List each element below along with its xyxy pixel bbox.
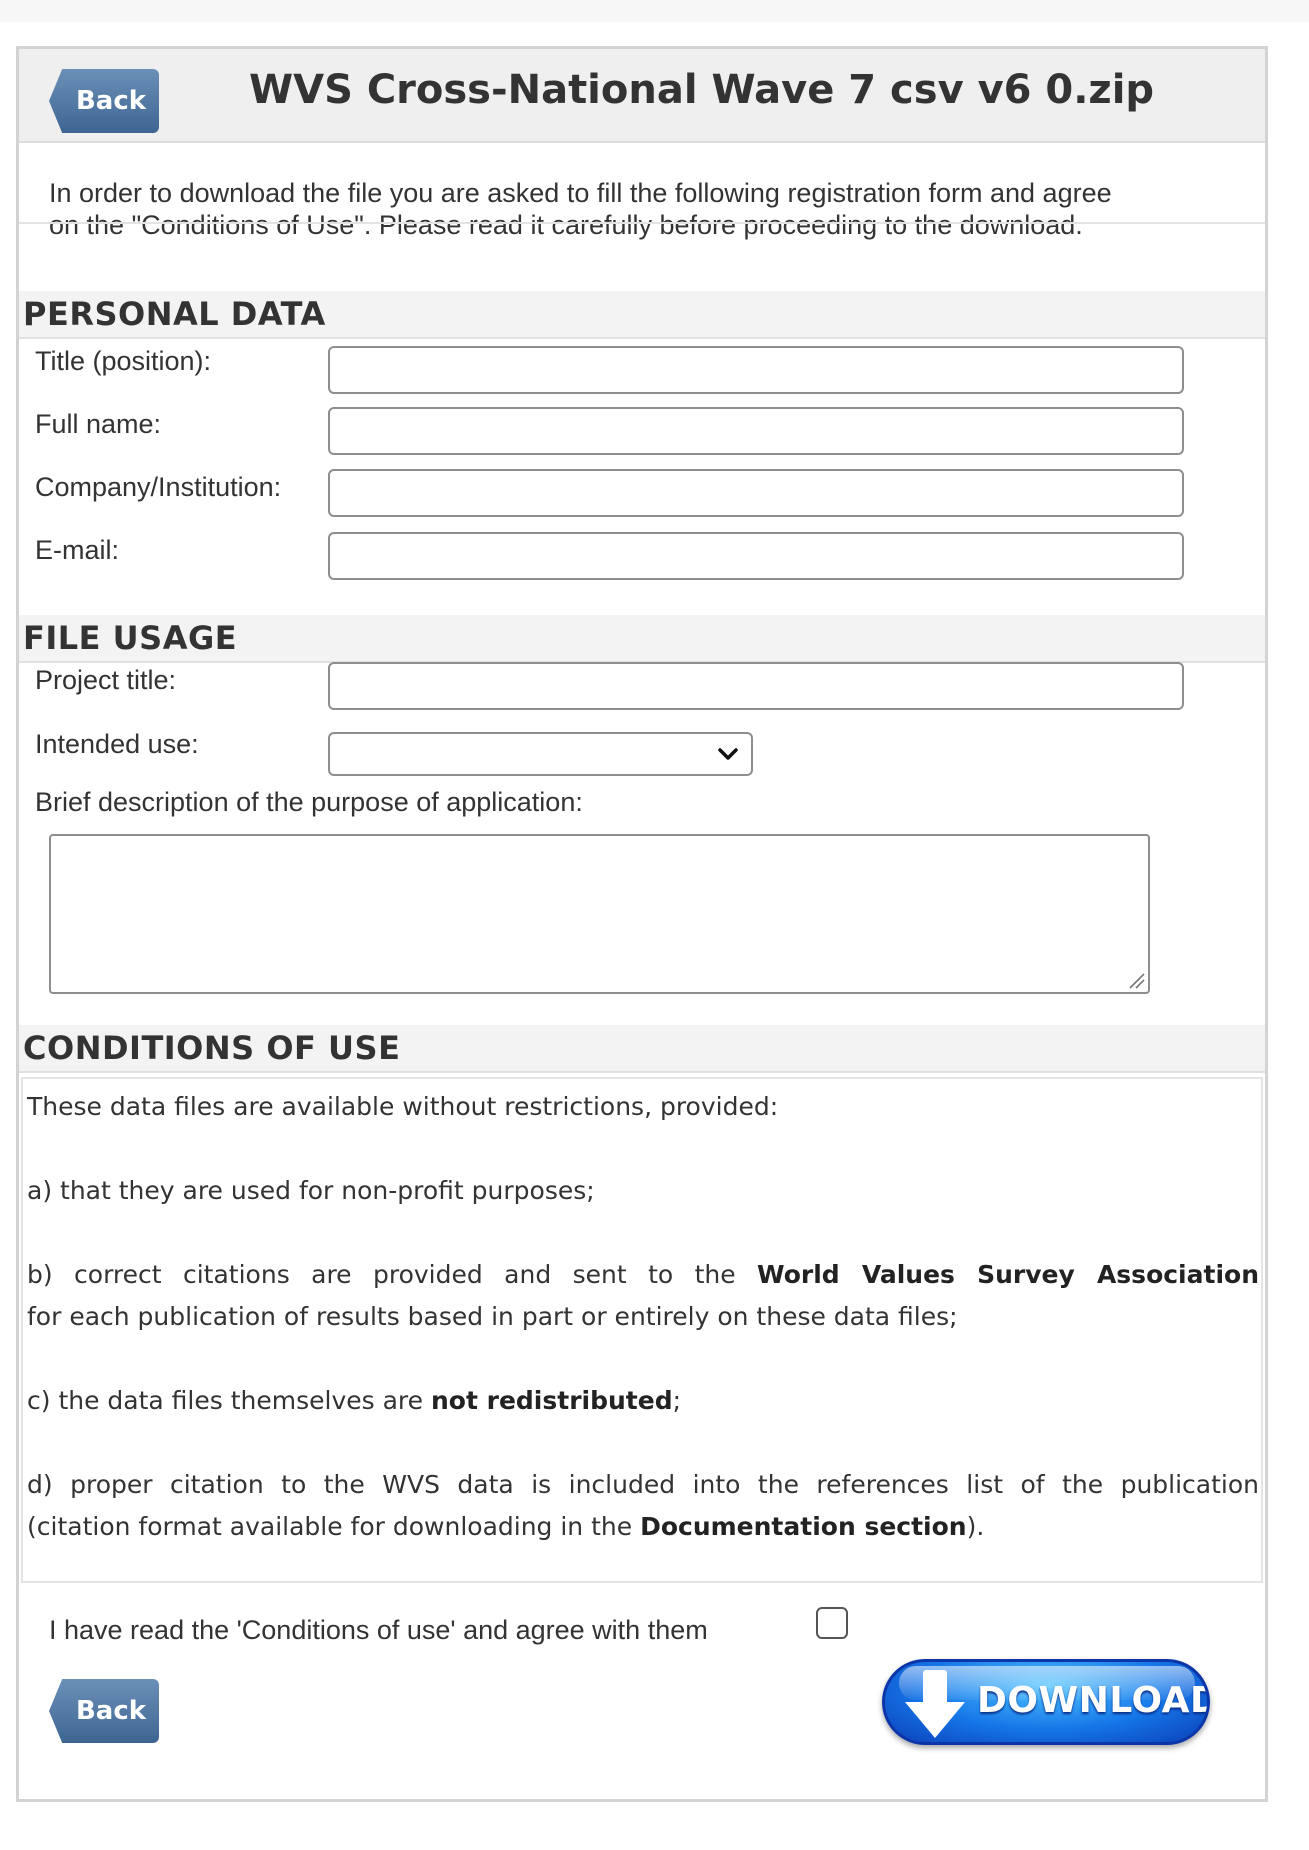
section-heading: PERSONAL DATA	[23, 295, 326, 333]
intro-line-2: on the "Conditions of Use". Please read …	[49, 210, 1083, 240]
description-textarea[interactable]	[49, 834, 1150, 994]
title-position-input[interactable]	[328, 346, 1184, 394]
intended-use-select[interactable]	[328, 732, 753, 776]
browser-top-strip	[0, 0, 1309, 22]
condition-c-bold: not redistributed	[430, 1386, 673, 1415]
conditions-intro: These data files are available without r…	[27, 1092, 779, 1121]
back-button-top[interactable]: Back	[49, 69, 159, 133]
intended-use-label: Intended use:	[35, 729, 199, 759]
section-conditions-of-use: CONDITIONS OF USE	[19, 1025, 1265, 1073]
condition-a: a) that they are used for non-profit pur…	[27, 1176, 595, 1205]
agree-label: I have read the 'Conditions of use' and …	[49, 1615, 708, 1645]
condition-d-bold: Documentation section	[640, 1512, 967, 1541]
condition-b-bold: World Values Survey Association	[757, 1260, 1259, 1289]
condition-c-text: c) the data files themselves are	[27, 1386, 431, 1415]
agree-checkbox[interactable]	[816, 1607, 848, 1639]
project-title-input[interactable]	[328, 662, 1184, 710]
condition-d-line-2: (citation format available for downloadi…	[27, 1507, 984, 1547]
download-button[interactable]: DOWNLOAD	[882, 1659, 1210, 1745]
condition-b-line-1: b) correct citations are provided and se…	[27, 1255, 1259, 1295]
back-button-bottom[interactable]: Back	[49, 1679, 159, 1743]
section-heading: FILE USAGE	[23, 619, 238, 657]
condition-b-line-2: for each publication of results based in…	[27, 1302, 958, 1331]
page-title: WVS Cross-National Wave 7 csv v6 0.zip	[249, 67, 1155, 113]
full-name-input[interactable]	[328, 407, 1184, 455]
chevron-down-icon	[718, 748, 738, 760]
condition-c-end: ;	[672, 1386, 682, 1415]
condition-c: c) the data files themselves are not red…	[27, 1381, 681, 1421]
condition-d-end: ).	[966, 1512, 985, 1541]
description-label: Brief description of the purpose of appl…	[35, 787, 583, 817]
condition-d-line-1: d) proper citation to the WVS data is in…	[27, 1470, 1259, 1499]
conditions-text-box: These data files are available without r…	[21, 1077, 1263, 1583]
intro-line-1: In order to download the file you are as…	[49, 178, 1112, 208]
full-name-label: Full name:	[35, 409, 162, 439]
download-form-panel: Back WVS Cross-National Wave 7 csv v6 0.…	[16, 46, 1268, 1802]
condition-b-text: b) correct citations are provided and se…	[27, 1260, 758, 1289]
section-file-usage: FILE USAGE	[19, 615, 1265, 663]
resize-grip-icon[interactable]	[1126, 970, 1146, 990]
download-button-label: DOWNLOAD	[977, 1680, 1210, 1721]
intro-text: In order to download the file you are as…	[49, 177, 1269, 241]
company-institution-label: Company/Institution:	[35, 472, 282, 502]
email-input[interactable]	[328, 532, 1184, 580]
section-personal-data: PERSONAL DATA	[19, 291, 1265, 339]
email-label: E-mail:	[35, 535, 120, 565]
panel-header: Back WVS Cross-National Wave 7 csv v6 0.…	[19, 49, 1265, 143]
section-heading: CONDITIONS OF USE	[23, 1029, 401, 1067]
intro-divider	[19, 222, 1265, 224]
project-title-label: Project title:	[35, 665, 177, 695]
download-arrow-icon	[905, 1670, 965, 1738]
title-position-label: Title (position):	[35, 346, 212, 376]
company-institution-input[interactable]	[328, 469, 1184, 517]
condition-d-text: (citation format available for downloadi…	[27, 1512, 641, 1541]
